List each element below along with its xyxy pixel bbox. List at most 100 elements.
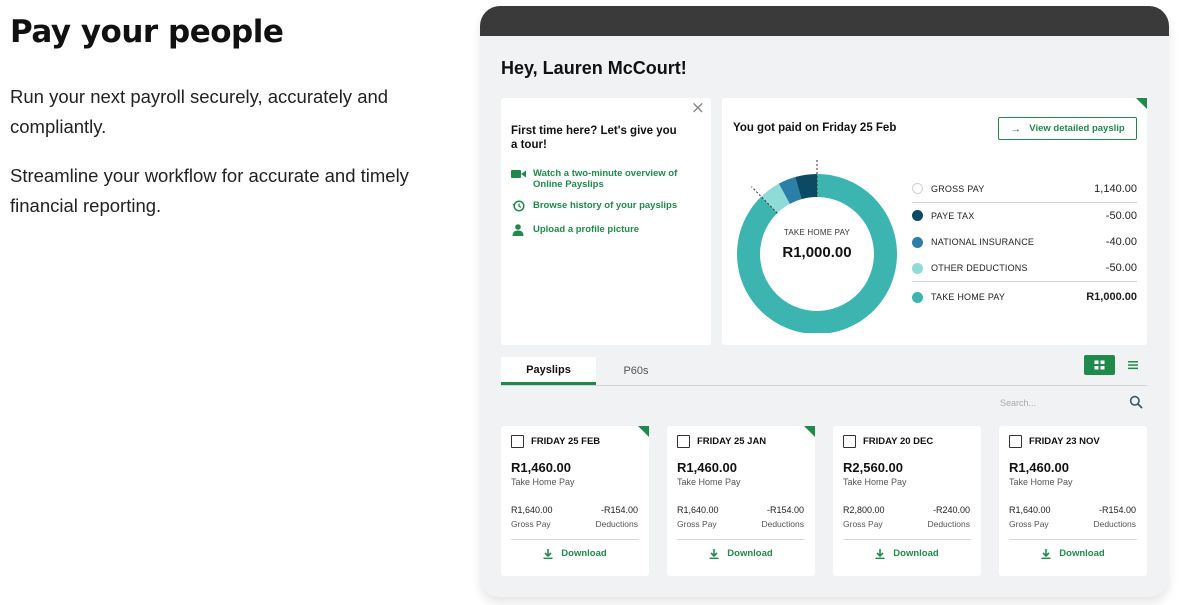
download-label: Download [1059, 548, 1105, 559]
tab-payslips[interactable]: Payslips [501, 357, 596, 385]
list-icon [1128, 361, 1138, 370]
close-icon[interactable]: × [691, 98, 705, 118]
legend-value: 1,140.00 [1094, 182, 1137, 195]
download-button[interactable]: Download [501, 548, 649, 559]
payslip-amount-label: Take Home Pay [1009, 477, 1073, 487]
payslip-amount-label: Take Home Pay [511, 477, 575, 487]
new-indicator [638, 426, 649, 437]
arrow-right-icon: → [1010, 122, 1022, 135]
download-button[interactable]: Download [999, 548, 1147, 559]
download-label: Download [561, 548, 607, 559]
payslip-date: FRIDAY 20 DEC [863, 436, 934, 447]
payslip-card[interactable]: FRIDAY 25 JAN R1,460.00 Take Home Pay R1… [667, 426, 815, 576]
deductions-label: Deductions [761, 519, 804, 529]
summary-title: You got paid on Friday 25 Feb [733, 122, 897, 134]
search-input[interactable] [1000, 395, 1120, 411]
divider [1009, 539, 1137, 540]
legend-swatch [912, 291, 923, 303]
app-window: Hey, Lauren McCourt! × First time here? … [480, 6, 1169, 597]
download-button[interactable]: Download [833, 548, 981, 559]
history-icon [512, 200, 525, 212]
payslip-date: FRIDAY 23 NOV [1029, 436, 1100, 447]
grid-view-button[interactable] [1084, 355, 1115, 375]
deductions-value: -R154.00 [766, 505, 804, 515]
legend-label: PAYE TAX [931, 210, 975, 221]
payslip-checkbox[interactable] [511, 435, 524, 448]
legend-swatch [912, 210, 923, 222]
tour-title: First time here? Let's give you a tour! [511, 125, 677, 151]
payslip-card[interactable]: FRIDAY 23 NOV R1,460.00 Take Home Pay R1… [999, 426, 1147, 576]
tab-divider [501, 385, 1147, 386]
legend-label: GROSS PAY [931, 183, 985, 194]
divider [511, 539, 639, 540]
legend-swatch [912, 262, 923, 274]
legend-row-gross-pay: GROSS PAY 1,140.00 [912, 176, 1137, 203]
donut-center-label: TAKE HOME PAY [783, 228, 851, 237]
gross-pay-label: Gross Pay [843, 519, 883, 529]
payslip-checkbox[interactable] [843, 435, 856, 448]
gross-pay-value: R2,800.00 [843, 505, 885, 515]
legend-label: OTHER DEDUCTIONS [931, 263, 1028, 274]
deductions-value: -R154.00 [1098, 505, 1136, 515]
view-detailed-payslip-label: View detailed payslip [1029, 123, 1125, 134]
download-icon [543, 548, 553, 559]
payslip-amount: R2,560.00 [843, 460, 903, 475]
tour-link-label: Browse history of your payslips [533, 200, 678, 211]
tour-link-label: Watch a two-minute overview of Online Pa… [533, 168, 678, 190]
download-icon [709, 548, 719, 559]
gross-pay-label: Gross Pay [1009, 519, 1049, 529]
legend-value: -50.00 [1105, 262, 1137, 275]
legend-row-national-insurance: NATIONAL INSURANCE -40.00 [912, 229, 1137, 256]
gross-pay-label: Gross Pay [511, 519, 551, 529]
list-view-button[interactable] [1121, 355, 1145, 375]
legend-label: TAKE HOME PAY [931, 292, 1006, 302]
new-indicator [804, 426, 815, 437]
tab-p60s[interactable]: P60s [596, 357, 676, 385]
deductions-label: Deductions [595, 519, 638, 529]
video-icon [511, 170, 526, 178]
payslip-checkbox[interactable] [1009, 435, 1022, 448]
window-title-bar [480, 6, 1169, 36]
download-icon [1041, 548, 1051, 559]
tour-link-profile[interactable]: Upload a profile picture [511, 224, 698, 236]
download-label: Download [893, 548, 939, 559]
payslip-amount: R1,460.00 [677, 460, 737, 475]
payslip-amount: R1,460.00 [1009, 460, 1069, 475]
payslip-date: FRIDAY 25 JAN [697, 436, 767, 447]
payslip-summary-card: You got paid on Friday 25 Feb → View det… [722, 98, 1147, 345]
deductions-label: Deductions [1093, 519, 1136, 529]
payslip-checkbox[interactable] [677, 435, 690, 448]
divider [843, 539, 971, 540]
grid-icon [1094, 360, 1105, 370]
download-label: Download [727, 548, 773, 559]
gross-pay-value: R1,640.00 [1009, 505, 1051, 515]
legend-swatch [912, 183, 923, 195]
gross-pay-label: Gross Pay [677, 519, 717, 529]
hero-paragraph-2: Streamline your workflow for accurate an… [10, 165, 409, 216]
hero-paragraph-1: Run your next payroll securely, accurate… [10, 86, 389, 137]
view-detailed-payslip-button[interactable]: → View detailed payslip [998, 117, 1137, 140]
download-icon [875, 548, 885, 559]
legend-value: -50.00 [1105, 209, 1137, 222]
tour-link-label: Upload a profile picture [533, 224, 640, 235]
deductions-label: Deductions [927, 519, 970, 529]
donut-center-value: R1,000.00 [782, 244, 852, 261]
deductions-value: -R154.00 [600, 505, 638, 515]
payslip-card[interactable]: FRIDAY 20 DEC R2,560.00 Take Home Pay R2… [833, 426, 981, 576]
payslip-date: FRIDAY 25 FEB [531, 436, 601, 447]
payslip-amount: R1,460.00 [511, 460, 571, 475]
legend-row-take-home-pay: TAKE HOME PAY R1,000.00 [912, 282, 1137, 312]
legend-value: R1,000.00 [1086, 291, 1137, 303]
legend-row-paye-tax: PAYE TAX -50.00 [912, 203, 1137, 230]
legend-swatch [912, 236, 923, 248]
hero-title: Pay your people [10, 14, 284, 50]
new-indicator [1136, 98, 1147, 109]
deductions-value: -R240.00 [932, 505, 970, 515]
download-button[interactable]: Download [667, 548, 815, 559]
tour-link-history[interactable]: Browse history of your payslips [511, 200, 698, 212]
search-icon[interactable] [1129, 395, 1143, 409]
legend-row-other-deductions: OTHER DEDUCTIONS -50.00 [912, 256, 1137, 282]
user-icon [512, 224, 524, 236]
tour-link-overview[interactable]: Watch a two-minute overview of Online Pa… [511, 168, 698, 190]
payslip-card[interactable]: FRIDAY 25 FEB R1,460.00 Take Home Pay R1… [501, 426, 649, 576]
